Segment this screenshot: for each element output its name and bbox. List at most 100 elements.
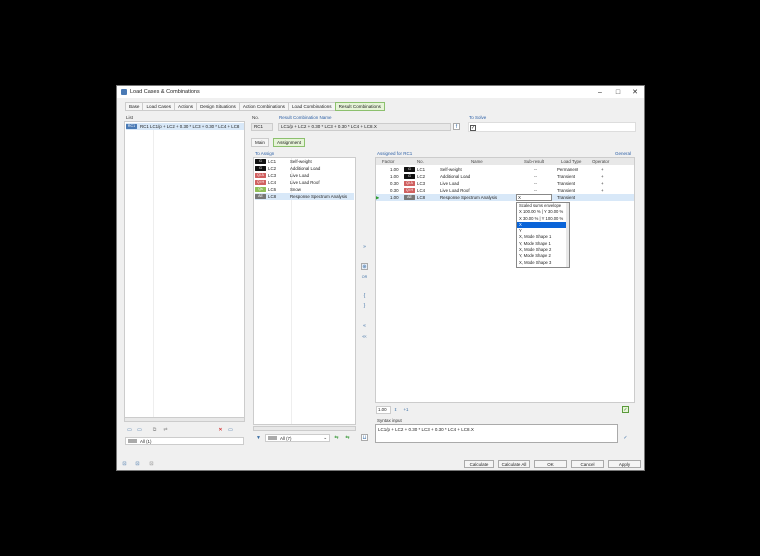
load-name: Live Load <box>440 181 460 186</box>
increment-button[interactable]: +1 <box>401 406 411 413</box>
brace-open-button[interactable]: { <box>361 292 368 299</box>
no-label: No. <box>252 115 260 120</box>
to-assign-item[interactable]: Qi A LC3 Live Load <box>255 172 309 179</box>
dropdown-option[interactable]: X 30.00 % | Y 100.00 % <box>517 216 569 222</box>
add-button[interactable]: » <box>361 243 368 250</box>
tab-actions[interactable]: Actions <box>174 102 198 111</box>
dropdown-option[interactable]: X, Mode Shape 3 <box>517 260 569 266</box>
assigned-row[interactable]: 1.00 G LC2 Additional Load -- Transient … <box>376 173 634 180</box>
assigned-row[interactable]: 0.30 Qi H LC4 Live Load Roof -- Transien… <box>376 187 634 194</box>
operator-cell[interactable]: + <box>601 173 604 180</box>
view-options-icon[interactable]: ▭ <box>227 426 234 433</box>
assigned-row[interactable]: 0.30 Qi A LC3 Live Load -- Transient + <box>376 180 634 187</box>
to-assign-item[interactable]: G LC1 Self-weight <box>255 158 312 165</box>
units-icon[interactable]: ⊡ <box>134 460 141 467</box>
tab-load-cases[interactable]: Load Cases <box>142 102 176 111</box>
syntax-input[interactable]: LC1/p + LC2 + 0.30 * LC3 + 0.30 * LC4 + … <box>375 424 618 443</box>
factor-stepper[interactable]: 1.00 <box>376 406 391 414</box>
operator-cell[interactable]: + <box>601 180 604 187</box>
open-folder-icon[interactable]: ▭ <box>136 426 143 433</box>
load-type-cell[interactable]: Permanent <box>557 166 578 173</box>
sub-result-cell[interactable]: -- <box>534 166 537 173</box>
assigned-header: Assigned for RC1 <box>377 151 413 156</box>
load-type-cell[interactable]: Transient <box>557 173 575 180</box>
load-badge: Qs <box>255 187 266 192</box>
new-folder-icon[interactable]: ▭ <box>126 426 133 433</box>
filter-icon[interactable]: ▼ <box>255 434 262 441</box>
settings-icon[interactable]: ⊡ <box>148 460 155 467</box>
cancel-button[interactable]: Cancel <box>571 460 604 468</box>
to-assign-filter-select[interactable]: All (7) ⌄ <box>265 434 330 442</box>
confirm-check-icon[interactable]: ✓ <box>622 406 629 413</box>
remove-button[interactable]: « <box>361 322 368 329</box>
assigned-grid: Factor No. Name Sub-result Load Type Ope… <box>375 157 635 403</box>
assigned-row-selected[interactable]: ▶ 1.00 AE LC8 Response Spectrum Analysis… <box>376 194 634 201</box>
stepper-arrows-icon[interactable]: ⇕ <box>392 406 399 413</box>
to-solve-checkbox[interactable]: ✓ <box>470 125 476 131</box>
sub-result-dropdown[interactable]: X <box>516 194 552 201</box>
operator-cell[interactable]: + <box>601 187 604 194</box>
close-button[interactable]: ✕ <box>626 86 644 98</box>
list-scrollbar[interactable] <box>124 417 245 422</box>
tab-assignment[interactable]: Assignment <box>273 138 306 147</box>
to-assign-item[interactable]: AE LC8 Response Spectrum Analysis <box>255 193 354 200</box>
apply-button[interactable]: Apply <box>608 460 641 468</box>
factor-cell[interactable]: 1.00 <box>390 194 399 201</box>
load-type-cell[interactable]: Transient <box>557 187 575 194</box>
col-name: Name <box>471 159 483 164</box>
calculate-button[interactable]: Calculate <box>464 460 494 468</box>
deselect-loads-icon[interactable]: ⇆ <box>344 434 351 441</box>
apply-syntax-check-icon[interactable]: ✓ <box>622 434 629 441</box>
load-name: Additional Load <box>440 174 471 179</box>
assigned-row[interactable]: 1.00 G LC1 Self-weight -- Permanent + <box>376 166 634 173</box>
list-item[interactable]: RC1 RC1 LC1/p + LC2 + 0.30 * LC3 + 0.30 … <box>126 123 244 130</box>
move-down-icon[interactable]: ⇊ <box>361 434 368 441</box>
tab-action-combinations[interactable]: Action Combinations <box>238 102 289 111</box>
sub-result-cell[interactable]: -- <box>534 173 537 180</box>
dropdown-scrollbar[interactable] <box>566 203 569 267</box>
load-name: Live Load Roof <box>440 188 470 193</box>
load-badge: Qi H <box>404 188 415 193</box>
copy-icon[interactable]: ⧉ <box>151 426 158 433</box>
maximize-button[interactable]: □ <box>609 86 627 98</box>
load-name: Additional Load <box>290 166 321 171</box>
add-all-button[interactable]: ⊕ <box>361 263 368 270</box>
to-assign-item[interactable]: G LC2 Additional Load <box>255 165 320 172</box>
factor-cell[interactable]: 1.00 <box>390 166 399 173</box>
factor-cell[interactable]: 0.30 <box>390 187 399 194</box>
sub-result-dropdown-list[interactable]: Scaled sums envelope X 100.00 % | Y 30.0… <box>516 202 570 268</box>
syntax-label: Syntax input <box>377 418 402 423</box>
tab-result-combinations[interactable]: Result Combinations <box>334 102 385 111</box>
info-icon[interactable]: ⊡ <box>121 460 128 467</box>
brace-close-button[interactable]: } <box>361 302 368 309</box>
sub-result-cell[interactable]: -- <box>534 187 537 194</box>
list-filter-select[interactable]: All (1) <box>125 437 244 445</box>
to-assign-item[interactable]: Qi H LC4 Live Load Roof <box>255 179 320 186</box>
name-field[interactable]: LC1/p + LC2 + 0.30 * LC3 + 0.30 * LC4 + … <box>278 123 451 131</box>
tab-base[interactable]: Base <box>125 102 144 111</box>
current-row-arrow-icon: ▶ <box>376 194 380 200</box>
minimize-button[interactable]: – <box>591 86 609 98</box>
tab-main[interactable]: Main <box>251 138 269 147</box>
load-type-cell[interactable]: Transient <box>557 194 575 201</box>
to-assign-scrollbar[interactable] <box>253 426 356 431</box>
tab-load-combinations[interactable]: Load Combinations <box>287 102 336 111</box>
dropdown-option[interactable]: X 100.00 % | Y 30.00 % <box>517 209 569 215</box>
general-link[interactable]: General <box>615 151 631 156</box>
factor-cell[interactable]: 0.30 <box>390 180 399 187</box>
edit-name-icon[interactable]: f <box>453 123 460 130</box>
no-field[interactable]: RC1 <box>251 123 273 131</box>
select-loads-icon[interactable]: ⇆ <box>333 434 340 441</box>
load-type-cell[interactable]: Transient <box>557 180 575 187</box>
tab-design-situations[interactable]: Design Situations <box>196 102 240 111</box>
renumber-icon[interactable]: ⇄ <box>162 426 169 433</box>
or-button[interactable]: OR <box>361 273 368 280</box>
remove-all-button[interactable]: «‹ <box>361 333 368 340</box>
delete-icon[interactable]: ✕ <box>217 426 224 433</box>
calculate-all-button[interactable]: Calculate All <box>498 460 530 468</box>
ok-button[interactable]: OK <box>534 460 567 468</box>
to-assign-item[interactable]: Qs LC6 Snow <box>255 186 301 193</box>
factor-cell[interactable]: 1.00 <box>390 173 399 180</box>
sub-result-cell[interactable]: -- <box>534 180 537 187</box>
operator-cell[interactable]: + <box>601 166 604 173</box>
